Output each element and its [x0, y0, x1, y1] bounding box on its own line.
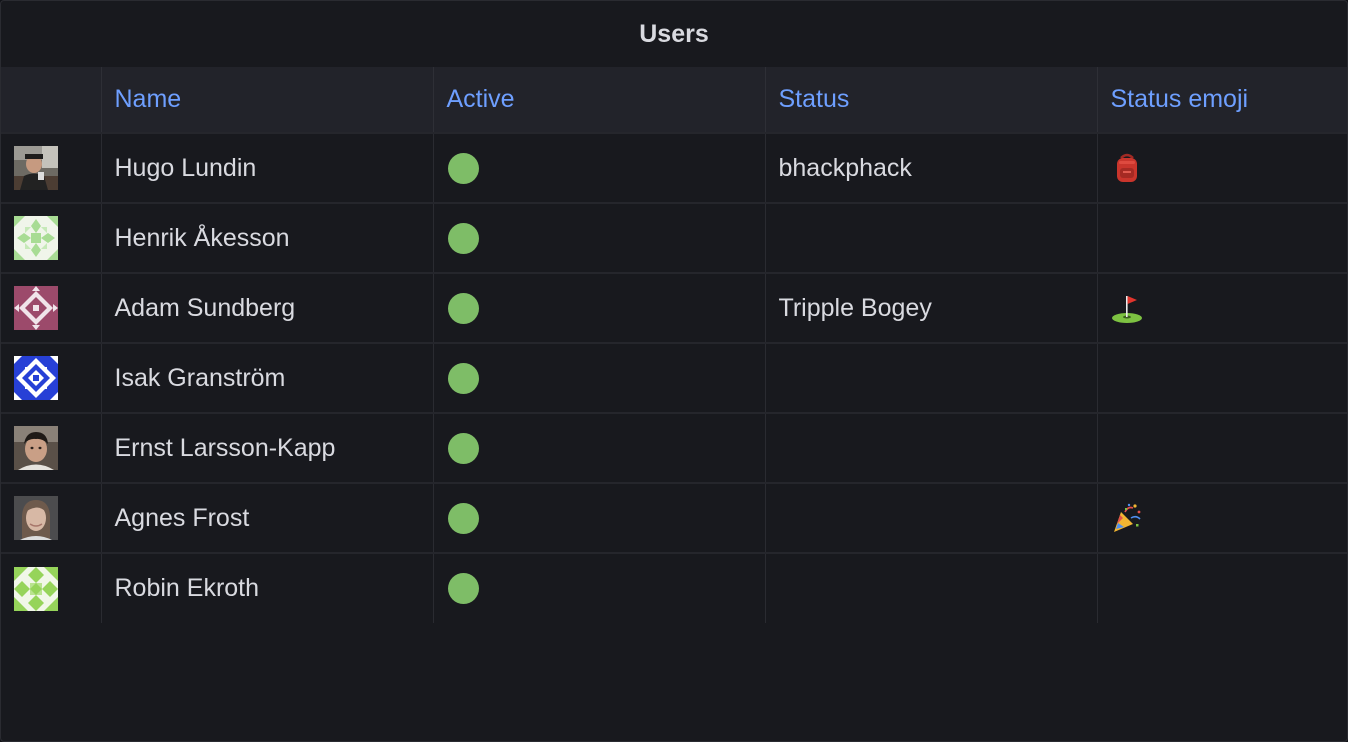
- golf-flag-icon: [1111, 296, 1142, 323]
- avatar: [14, 566, 58, 611]
- active-status-icon: [447, 432, 479, 464]
- name-cell: Robin Ekroth: [100, 552, 433, 623]
- panel-header: Users: [1, 1, 1347, 67]
- status-emoji-cell: [1096, 482, 1347, 553]
- users-panel: Users Name Active Status Status emoji Hu…: [0, 0, 1348, 742]
- table-row: Henrik Åkesson: [1, 202, 1347, 273]
- table-row: Isak Granström: [1, 342, 1347, 413]
- table-header-row: Name Active Status Status emoji: [1, 67, 1347, 133]
- active-status-icon: [447, 502, 479, 534]
- status-cell: [764, 412, 1097, 483]
- name-cell: Isak Granström: [100, 342, 433, 413]
- status-cell: bhackphack: [764, 132, 1097, 203]
- avatar: [14, 216, 58, 260]
- avatar-cell: [1, 342, 101, 413]
- avatar-cell: [1, 132, 101, 203]
- status-emoji-cell: [1096, 342, 1347, 413]
- active-cell: [432, 272, 765, 343]
- active-cell: [432, 412, 765, 483]
- table-row: Ernst Larsson-Kapp: [1, 412, 1347, 483]
- avatar-cell: [1, 272, 101, 343]
- column-header-status[interactable]: Status: [764, 67, 1097, 133]
- status-emoji-cell: [1096, 412, 1347, 483]
- table-row: Hugo Lundin bhackphack: [1, 132, 1347, 203]
- active-cell: [432, 482, 765, 553]
- status-cell: [764, 552, 1097, 623]
- party-popper-icon: [1113, 503, 1141, 532]
- status-cell: [764, 202, 1097, 273]
- active-status-icon: [447, 152, 479, 184]
- status-cell: [764, 342, 1097, 413]
- avatar-cell: [1, 412, 101, 483]
- column-header-name[interactable]: Name: [100, 67, 433, 133]
- avatar: [14, 496, 58, 540]
- active-cell: [432, 132, 765, 203]
- status-emoji-cell: [1096, 132, 1347, 203]
- active-cell: [432, 202, 765, 273]
- name-cell: Adam Sundberg: [100, 272, 433, 343]
- backpack-icon: [1116, 153, 1137, 182]
- table-row: Adam Sundberg Tripple Bogey: [1, 272, 1347, 343]
- active-status-icon: [447, 362, 479, 394]
- name-cell: Ernst Larsson-Kapp: [100, 412, 433, 483]
- status-emoji-cell: [1096, 202, 1347, 273]
- active-cell: [432, 342, 765, 413]
- status-cell: [764, 482, 1097, 553]
- active-status-icon: [447, 573, 479, 604]
- name-cell: Hugo Lundin: [100, 132, 433, 203]
- table-row: Robin Ekroth: [1, 552, 1347, 623]
- avatar-cell: [1, 482, 101, 553]
- active-status-icon: [447, 292, 479, 324]
- avatar: [14, 356, 58, 400]
- active-status-icon: [447, 222, 479, 254]
- avatar: [14, 146, 58, 190]
- avatar-cell: [1, 202, 101, 273]
- table-row: Agnes Frost: [1, 482, 1347, 553]
- column-header-active[interactable]: Active: [432, 67, 765, 133]
- column-header-status-emoji[interactable]: Status emoji: [1096, 67, 1347, 133]
- status-emoji-cell: [1096, 552, 1347, 623]
- avatar-cell: [1, 552, 101, 623]
- users-table: Name Active Status Status emoji Hugo Lun…: [1, 67, 1347, 623]
- name-cell: Agnes Frost: [100, 482, 433, 553]
- status-emoji-cell: [1096, 272, 1347, 343]
- avatar: [14, 286, 58, 330]
- avatar: [14, 426, 58, 470]
- active-cell: [432, 552, 765, 623]
- panel-title[interactable]: Users: [639, 20, 709, 49]
- status-cell: Tripple Bogey: [764, 272, 1097, 343]
- column-header-avatar[interactable]: [1, 67, 102, 133]
- name-cell: Henrik Åkesson: [100, 202, 433, 273]
